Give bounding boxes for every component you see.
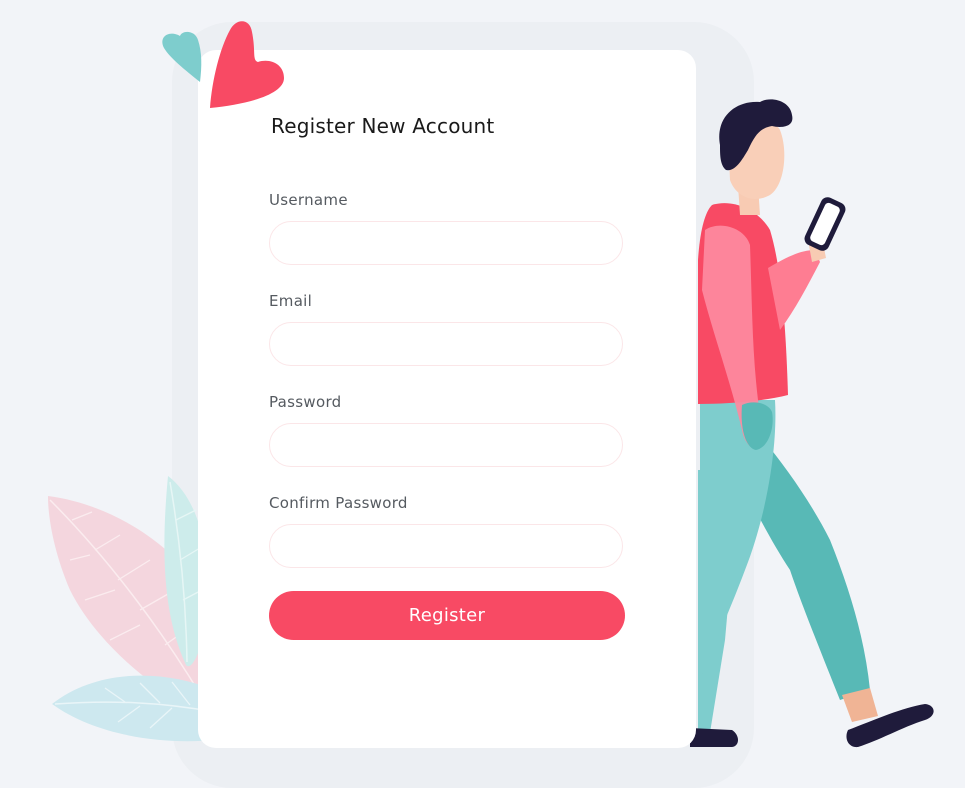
username-label: Username — [269, 191, 348, 209]
confirm-password-input[interactable] — [269, 524, 623, 568]
email-label: Email — [269, 292, 313, 310]
password-label: Password — [269, 393, 342, 411]
confirm-password-label: Confirm Password — [269, 494, 408, 512]
register-button[interactable]: Register — [269, 591, 625, 640]
username-input[interactable] — [269, 221, 623, 265]
phone-illustration — [804, 197, 846, 251]
register-card: Register New Account Username Email Pass… — [198, 50, 696, 748]
password-input[interactable] — [269, 423, 623, 467]
form-title: Register New Account — [271, 114, 495, 138]
leaf-light-blue-illustration — [52, 675, 216, 742]
walking-person-illustration — [690, 99, 934, 748]
email-input[interactable] — [269, 322, 623, 366]
